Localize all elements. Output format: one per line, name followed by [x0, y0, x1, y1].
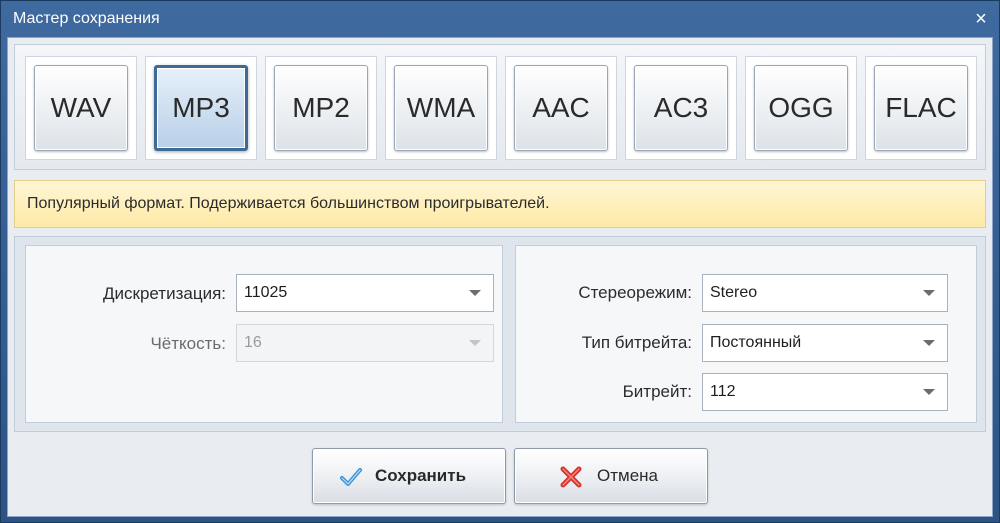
format-button-wav[interactable]: WAV	[34, 65, 128, 151]
red-cross-icon	[560, 466, 582, 488]
close-icon: ×	[975, 8, 987, 30]
stereo-select[interactable]: Stereo	[702, 274, 948, 312]
format-hint: Популярный формат. Подерживается большин…	[14, 180, 986, 228]
clarity-value: 16	[244, 334, 262, 351]
stereo-value: Stereo	[710, 284, 758, 301]
bitrate-select[interactable]: 112	[702, 373, 948, 411]
bitrate-label: Битрейт:	[622, 382, 692, 401]
chevron-down-icon	[469, 340, 481, 346]
clarity-select: 16	[236, 324, 494, 362]
format-slot-flac: FLAC	[865, 56, 977, 160]
bitrate-type-label: Тип битрейта:	[581, 333, 692, 352]
sampling-select[interactable]: 11025	[236, 274, 494, 312]
quality-panel: Дискретизация: 11025 Чёткость: 16	[25, 245, 503, 423]
bitrate-type-select[interactable]: Постоянный	[702, 324, 948, 362]
bitrate-type-value: Постоянный	[710, 334, 802, 351]
sampling-value: 11025	[244, 284, 288, 301]
save-button[interactable]: Сохранить	[312, 448, 506, 504]
bitrate-value: 112	[710, 383, 736, 400]
format-button-ogg[interactable]: OGG	[754, 65, 848, 151]
format-slot-wma: WMA	[385, 56, 497, 160]
format-slot-ogg: OGG	[745, 56, 857, 160]
save-wizard-window: Мастер сохранения × WAV MP3 MP2 WMA AAC …	[0, 0, 1000, 523]
sampling-label: Дискретизация:	[103, 284, 226, 303]
format-selector: WAV MP3 MP2 WMA AAC AC3 OGG FLAC	[14, 44, 986, 170]
format-button-ac3[interactable]: AC3	[634, 65, 728, 151]
format-button-aac[interactable]: AAC	[514, 65, 608, 151]
format-slot-mp2: MP2	[265, 56, 377, 160]
cancel-label: Отмена	[597, 466, 658, 485]
format-slot-mp3: MP3	[145, 56, 257, 160]
chevron-down-icon	[469, 290, 481, 296]
format-button-flac[interactable]: FLAC	[874, 65, 968, 151]
format-slot-wav: WAV	[25, 56, 137, 160]
cancel-button[interactable]: Отмена	[514, 448, 708, 504]
format-slot-ac3: AC3	[625, 56, 737, 160]
settings-area: Дискретизация: 11025 Чёткость: 16 Стерео…	[14, 236, 986, 432]
chevron-down-icon	[923, 389, 935, 395]
format-button-mp2[interactable]: MP2	[274, 65, 368, 151]
chevron-down-icon	[923, 340, 935, 346]
stereo-panel: Стереорежим: Stereo Тип битрейта: Постоя…	[515, 245, 977, 423]
dialog-body: WAV MP3 MP2 WMA AAC AC3 OGG FLAC Популяр…	[7, 37, 993, 517]
clarity-label: Чёткость:	[150, 334, 226, 353]
format-slot-aac: AAC	[505, 56, 617, 160]
save-label: Сохранить	[375, 466, 467, 485]
stereo-label: Стереорежим:	[578, 283, 692, 302]
chevron-down-icon	[923, 290, 935, 296]
format-button-wma[interactable]: WMA	[394, 65, 488, 151]
close-button[interactable]: ×	[969, 7, 993, 31]
checkmark-icon	[340, 468, 362, 486]
title-bar: Мастер сохранения	[1, 1, 999, 37]
format-button-mp3[interactable]: MP3	[154, 65, 248, 151]
window-title: Мастер сохранения	[13, 10, 160, 27]
